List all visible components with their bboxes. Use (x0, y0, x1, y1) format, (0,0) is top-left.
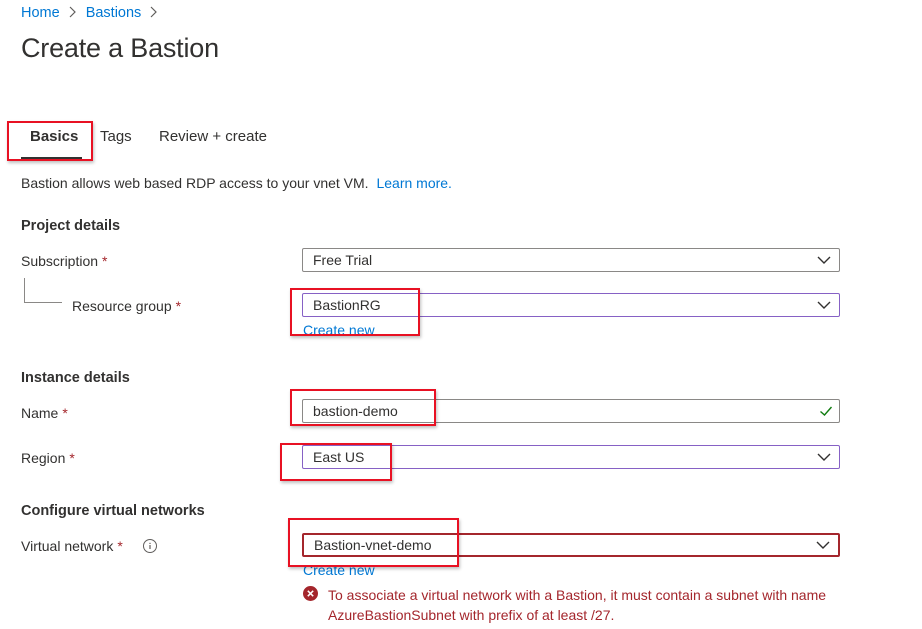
intro-description: Bastion allows web based RDP access to y… (21, 175, 369, 191)
subscription-label: Subscription * (21, 253, 108, 269)
subscription-dropdown[interactable]: Free Trial (302, 248, 840, 272)
required-marker: * (102, 253, 108, 269)
chevron-down-icon (817, 301, 831, 309)
project-details-heading: Project details (21, 218, 121, 234)
virtual-network-label: Virtual network * (21, 538, 123, 554)
instance-details-heading: Instance details (21, 370, 130, 386)
highlight-box-resource-group (290, 288, 420, 336)
checkmark-icon (820, 406, 833, 416)
tab-tags[interactable]: Tags (100, 128, 132, 145)
configure-vnet-heading: Configure virtual networks (21, 503, 205, 519)
subscription-value: Free Trial (313, 252, 373, 268)
required-marker: * (117, 538, 123, 554)
resource-group-label-text: Resource group (72, 298, 172, 314)
virtual-network-label-text: Virtual network (21, 538, 114, 554)
region-label-text: Region (21, 450, 66, 466)
highlight-box-name (290, 389, 436, 426)
breadcrumb-home[interactable]: Home (21, 5, 60, 21)
breadcrumb-bastions[interactable]: Bastions (86, 5, 142, 21)
tree-connector-vertical (24, 278, 25, 302)
chevron-down-icon (817, 453, 831, 461)
chevron-down-icon (817, 256, 831, 264)
highlight-box-basics-tab (7, 121, 93, 161)
highlight-box-region (280, 443, 392, 481)
subscription-label-text: Subscription (21, 253, 99, 269)
resource-group-label: Resource group * (72, 298, 181, 314)
chevron-down-icon (816, 541, 830, 549)
tab-review-create[interactable]: Review + create (159, 128, 267, 145)
learn-more-link[interactable]: Learn more. (376, 175, 451, 191)
virtual-network-error-message: To associate a virtual network with a Ba… (328, 587, 827, 623)
name-label-text: Name (21, 405, 59, 421)
chevron-right-icon (150, 6, 158, 21)
required-marker: * (175, 298, 182, 314)
tree-connector-horizontal (24, 302, 62, 303)
chevron-right-icon (69, 6, 77, 21)
highlight-box-virtual-network (288, 518, 459, 567)
info-icon[interactable] (143, 539, 157, 553)
breadcrumb: Home Bastions (21, 5, 167, 21)
required-marker: * (69, 450, 75, 466)
page-title: Create a Bastion (21, 33, 219, 63)
required-marker: * (62, 405, 68, 421)
region-label: Region * (21, 450, 75, 466)
name-label: Name * (21, 405, 68, 421)
error-icon (303, 586, 318, 601)
intro-text: Bastion allows web based RDP access to y… (21, 175, 452, 191)
